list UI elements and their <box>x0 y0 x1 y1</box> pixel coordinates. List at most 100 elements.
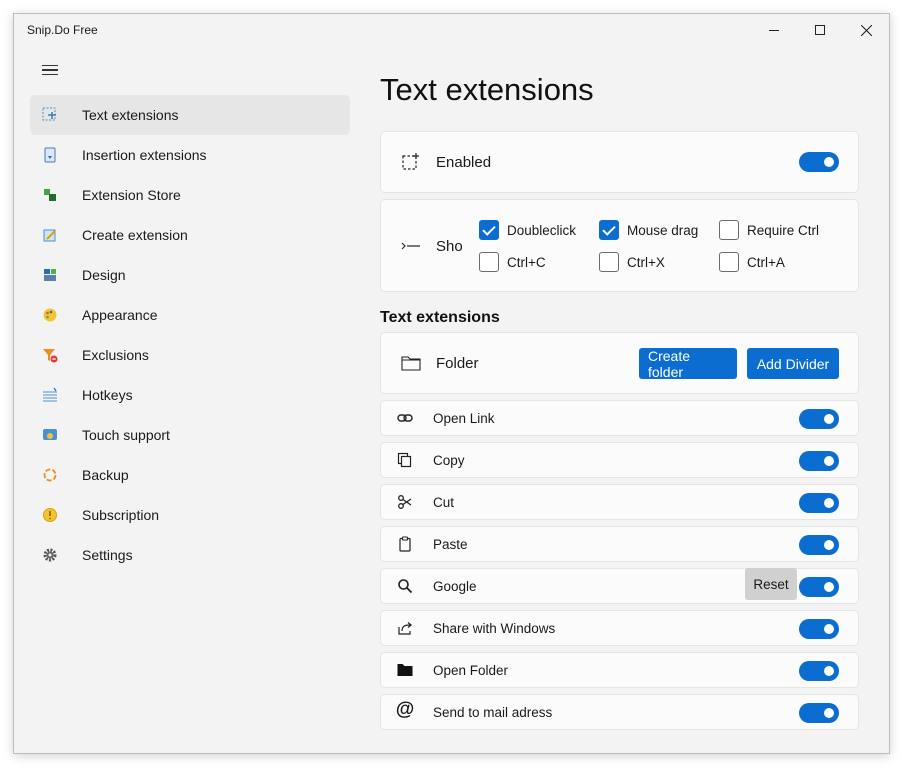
mouse-drag-checkbox[interactable]: Mouse drag <box>599 220 698 240</box>
extension-store-icon <box>42 187 58 203</box>
link-icon <box>396 409 414 427</box>
selection-add-icon <box>401 152 421 172</box>
folder-label: Folder <box>436 355 479 372</box>
enabled-toggle[interactable] <box>799 152 839 172</box>
sidebar-item-hotkeys[interactable]: Hotkeys <box>30 375 350 415</box>
subscription-icon <box>42 507 58 523</box>
sidebar-nav: Text extensions Insertion extensions Ext… <box>30 95 350 575</box>
add-divider-button[interactable]: Add Divider <box>747 348 839 379</box>
exclusions-icon <box>42 347 58 363</box>
sidebar-item-label: Extension Store <box>82 187 181 203</box>
checkbox-unchecked-icon <box>719 220 739 240</box>
touch-support-icon <box>42 427 58 443</box>
folder-outline-icon <box>401 353 421 373</box>
extension-label: Copy <box>433 453 465 468</box>
paste-toggle[interactable] <box>799 535 839 555</box>
cut-toggle[interactable] <box>799 493 839 513</box>
sidebar-item-touch-support[interactable]: Touch support <box>30 415 350 455</box>
create-extension-icon <box>42 227 58 243</box>
sidebar-item-label: Settings <box>82 547 133 563</box>
extension-row-open-folder[interactable]: Open Folder <box>380 652 859 688</box>
sidebar-item-backup[interactable]: Backup <box>30 455 350 495</box>
sidebar-item-exclusions[interactable]: Exclusions <box>30 335 350 375</box>
checkbox-label: Ctrl+C <box>507 254 546 270</box>
app-window: Snip.Do Free Text extensions Insertion e… <box>13 13 890 754</box>
copy-toggle[interactable] <box>799 451 839 471</box>
google-toggle[interactable] <box>799 577 839 597</box>
enabled-label: Enabled <box>436 154 492 171</box>
extension-label: Google <box>433 579 477 594</box>
sidebar-item-insertion-extensions[interactable]: Insertion extensions <box>30 135 350 175</box>
hamburger-icon <box>42 64 58 67</box>
app-title: Snip.Do Free <box>27 23 98 37</box>
appearance-icon <box>42 307 58 323</box>
extension-row-share-with-windows[interactable]: Share with Windows <box>380 610 859 646</box>
extension-row-google[interactable]: Google Reset <box>380 568 859 604</box>
insertion-extensions-icon <box>42 147 58 163</box>
reset-button[interactable]: Reset <box>745 568 797 600</box>
trigger-options: Doubleclick Mouse drag Require Ctrl Ctrl… <box>479 220 859 280</box>
extension-row-copy[interactable]: Copy <box>380 442 859 478</box>
text-extensions-icon <box>42 107 58 123</box>
show-trigger-label: Sho <box>436 238 463 255</box>
share-with-windows-toggle[interactable] <box>799 619 839 639</box>
sidebar-item-label: Hotkeys <box>82 387 133 403</box>
checkbox-checked-icon <box>599 220 619 240</box>
page-title: Text extensions <box>380 72 594 107</box>
sidebar-item-appearance[interactable]: Appearance <box>30 295 350 335</box>
copy-icon <box>396 451 414 469</box>
folder-card: Folder Create folder Add Divider <box>380 332 859 394</box>
menu-toggle-button[interactable] <box>36 58 64 82</box>
clipboard-icon <box>396 535 414 553</box>
checkbox-checked-icon <box>479 220 499 240</box>
share-icon <box>396 619 414 637</box>
sidebar-item-label: Touch support <box>82 427 170 443</box>
ctrl-c-checkbox[interactable]: Ctrl+C <box>479 252 546 272</box>
section-heading: Text extensions <box>380 309 500 326</box>
extension-row-cut[interactable]: Cut <box>380 484 859 520</box>
extension-label: Cut <box>433 495 455 510</box>
checkbox-label: Require Ctrl <box>747 222 820 238</box>
sidebar-item-label: Create extension <box>82 227 188 243</box>
main-content: Text extensions Enabled Sho Doubleclick … <box>380 14 889 753</box>
sidebar-item-text-extensions[interactable]: Text extensions <box>30 95 350 135</box>
open-folder-toggle[interactable] <box>799 661 839 681</box>
sidebar-item-design[interactable]: Design <box>30 255 350 295</box>
checkbox-unchecked-icon <box>479 252 499 272</box>
doubleclick-checkbox[interactable]: Doubleclick <box>479 220 576 240</box>
send-to-mail-toggle[interactable] <box>799 703 839 723</box>
sidebar-item-extension-store[interactable]: Extension Store <box>30 175 350 215</box>
extension-label: Share with Windows <box>433 621 556 636</box>
require-ctrl-checkbox[interactable]: Require Ctrl <box>719 220 819 240</box>
extension-label: Open Link <box>433 411 495 426</box>
sidebar-item-subscription[interactable]: Subscription <box>30 495 350 535</box>
folder-icon <box>396 661 414 679</box>
sidebar-item-label: Exclusions <box>82 347 149 363</box>
backup-icon <box>42 467 58 483</box>
search-icon <box>396 577 414 595</box>
sidebar-item-settings[interactable]: Settings <box>30 535 350 575</box>
scissors-icon <box>396 493 414 511</box>
open-link-toggle[interactable] <box>799 409 839 429</box>
extension-row-send-to-mail[interactable]: @ Send to mail adress <box>380 694 859 730</box>
checkbox-label: Ctrl+A <box>747 254 785 270</box>
sidebar-item-label: Backup <box>82 467 129 483</box>
checkbox-label: Ctrl+X <box>627 254 665 270</box>
checkbox-unchecked-icon <box>719 252 739 272</box>
extension-row-paste[interactable]: Paste <box>380 526 859 562</box>
sidebar-item-label: Appearance <box>82 307 158 323</box>
ctrl-a-checkbox[interactable]: Ctrl+A <box>719 252 785 272</box>
sidebar-item-label: Text extensions <box>82 107 179 123</box>
extension-label: Open Folder <box>433 663 509 678</box>
ctrl-x-checkbox[interactable]: Ctrl+X <box>599 252 665 272</box>
show-trigger-card: Sho Doubleclick Mouse drag Require Ctrl … <box>380 199 859 292</box>
extension-label: Paste <box>433 537 468 552</box>
sidebar-item-create-extension[interactable]: Create extension <box>30 215 350 255</box>
sidebar-item-label: Insertion extensions <box>82 147 207 163</box>
create-folder-button[interactable]: Create folder <box>639 348 737 380</box>
checkbox-unchecked-icon <box>599 252 619 272</box>
gear-icon <box>42 547 58 563</box>
extension-label: Send to mail adress <box>433 705 553 720</box>
enabled-card: Enabled <box>380 131 859 193</box>
extension-row-open-link[interactable]: Open Link <box>380 400 859 436</box>
